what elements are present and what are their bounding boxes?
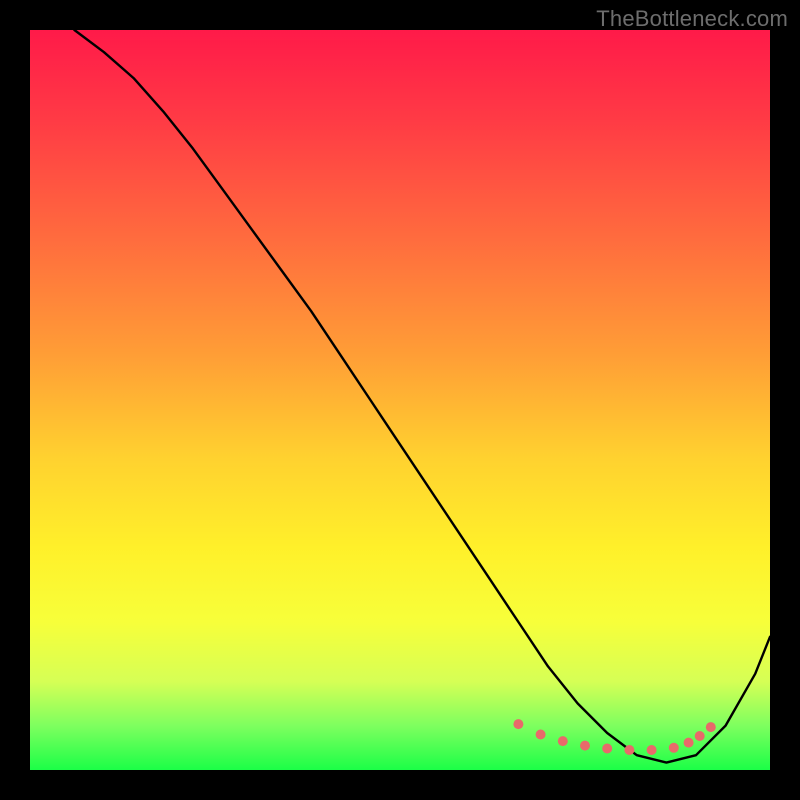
chart-frame: TheBottleneck.com (0, 0, 800, 800)
highlight-dot (669, 743, 679, 753)
highlight-dot (684, 738, 694, 748)
watermark-text: TheBottleneck.com (596, 6, 788, 32)
plot-area (30, 30, 770, 770)
highlight-dot (580, 741, 590, 751)
highlight-dot (647, 745, 657, 755)
highlight-dot (624, 745, 634, 755)
highlight-dot (558, 736, 568, 746)
highlight-dot (695, 731, 705, 741)
highlight-dot (706, 722, 716, 732)
highlight-dot (536, 730, 546, 740)
highlight-dot (602, 744, 612, 754)
chart-svg (30, 30, 770, 770)
highlight-dot (513, 719, 523, 729)
bottleneck-curve (74, 30, 770, 763)
